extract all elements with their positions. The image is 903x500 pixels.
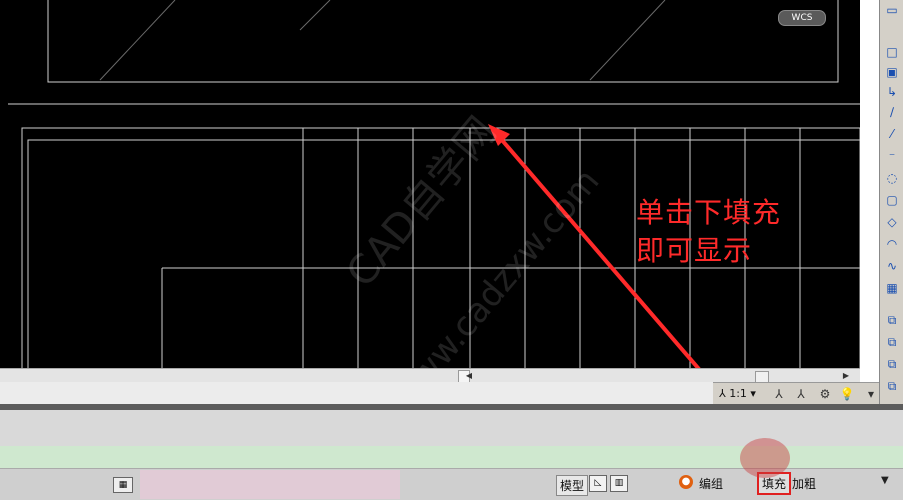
lock-icon[interactable]: 💡 xyxy=(839,386,855,402)
wcs-badge[interactable]: WCS xyxy=(778,10,826,26)
status-menu-icon[interactable]: ▼ xyxy=(881,475,889,486)
draworder-icon[interactable]: ⧉ xyxy=(884,356,900,372)
annotation-scale-bar: ⅄ 1:1 ▾ ⅄ ⅄ ⚙ 💡 ▾ xyxy=(713,382,879,405)
revision-cloud-icon[interactable]: ◠ xyxy=(884,236,900,252)
horizontal-scrollbar[interactable]: ◀ ▶ xyxy=(0,368,860,383)
curve-icon[interactable]: ∿ xyxy=(884,258,900,274)
draw-toolbar: ▭ □ ▣ ↳ ∕ ⁄ ⁻ ◌ ▢ ◇ ◠ ∿ ▦ ⧉ ⧉ ⧉ ⧉ xyxy=(879,0,903,404)
move-icon[interactable]: ⧉ xyxy=(884,334,900,350)
line-icon[interactable]: ∕ xyxy=(884,104,900,120)
layout-icon[interactable]: ◺ xyxy=(589,475,607,492)
circle-icon[interactable]: ◇ xyxy=(884,214,900,230)
arc-icon[interactable]: ▢ xyxy=(884,192,900,208)
edit-group-button[interactable]: 编组 xyxy=(699,475,723,492)
viewports-icon[interactable]: ▥ xyxy=(610,475,628,492)
copy-icon[interactable]: ⧉ xyxy=(884,312,900,328)
tool-icon[interactable]: □ xyxy=(884,44,900,60)
polyline-icon[interactable]: ↳ xyxy=(884,84,900,100)
spline-icon[interactable]: ◌ xyxy=(884,170,900,186)
chevron-down-icon[interactable]: ▾ xyxy=(863,386,879,402)
blur-overlay xyxy=(140,470,400,499)
model-button[interactable]: 模型 xyxy=(556,475,589,496)
tool-icon[interactable]: ▭ xyxy=(884,2,900,18)
workspace-icon[interactable]: ⚙ xyxy=(817,386,833,402)
annotation-line-2: 即可显示 xyxy=(636,234,753,267)
layout-tab-band xyxy=(0,382,713,404)
drawing-canvas[interactable]: CAD自学网 www.cadzxw.com WCS 单击下填充 即可显示 xyxy=(0,0,860,368)
scale-value: 1:1 xyxy=(729,387,747,400)
canvas-right-strip xyxy=(860,0,879,404)
scroll-left-icon[interactable]: ◀ xyxy=(463,369,475,382)
annotation-line-1: 单击下填充 xyxy=(636,196,782,229)
construction-line-icon[interactable]: ⁄ xyxy=(884,126,900,142)
layer-icon[interactable]: ⧉ xyxy=(884,378,900,394)
rectangle-icon[interactable]: ▣ xyxy=(884,64,900,80)
top-frame xyxy=(47,0,839,83)
annotation-visibility-icon[interactable]: ⅄ xyxy=(771,386,787,402)
bold-button[interactable]: 加粗 xyxy=(792,475,816,492)
ray-icon[interactable]: ⁻ xyxy=(884,148,900,164)
annotation-text: 单击下填充 即可显示 xyxy=(636,194,781,270)
scroll-right-icon[interactable]: ▶ xyxy=(840,369,852,382)
auto-scale-icon[interactable]: ⅄ xyxy=(793,386,809,402)
hatch-icon[interactable]: ▦ xyxy=(884,280,900,296)
plugin-icon[interactable]: ● xyxy=(679,475,693,489)
snap-icon[interactable]: ▦ xyxy=(113,477,133,493)
annotation-scale[interactable]: ⅄ 1:1 ▾ xyxy=(719,387,756,400)
blur-overlay xyxy=(740,438,790,478)
